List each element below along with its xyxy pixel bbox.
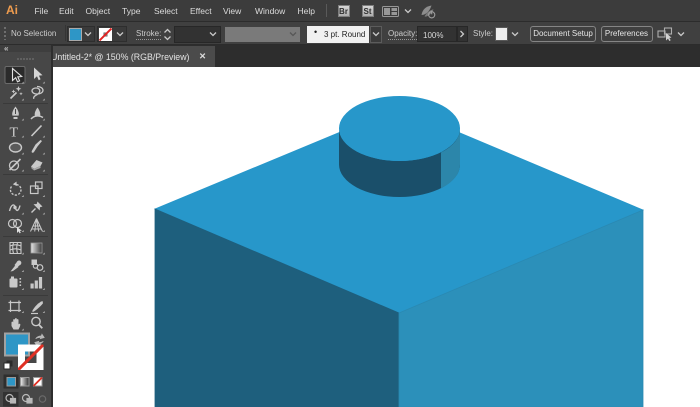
svg-text:T: T	[10, 126, 19, 141]
svg-text:«: «	[4, 45, 9, 53]
